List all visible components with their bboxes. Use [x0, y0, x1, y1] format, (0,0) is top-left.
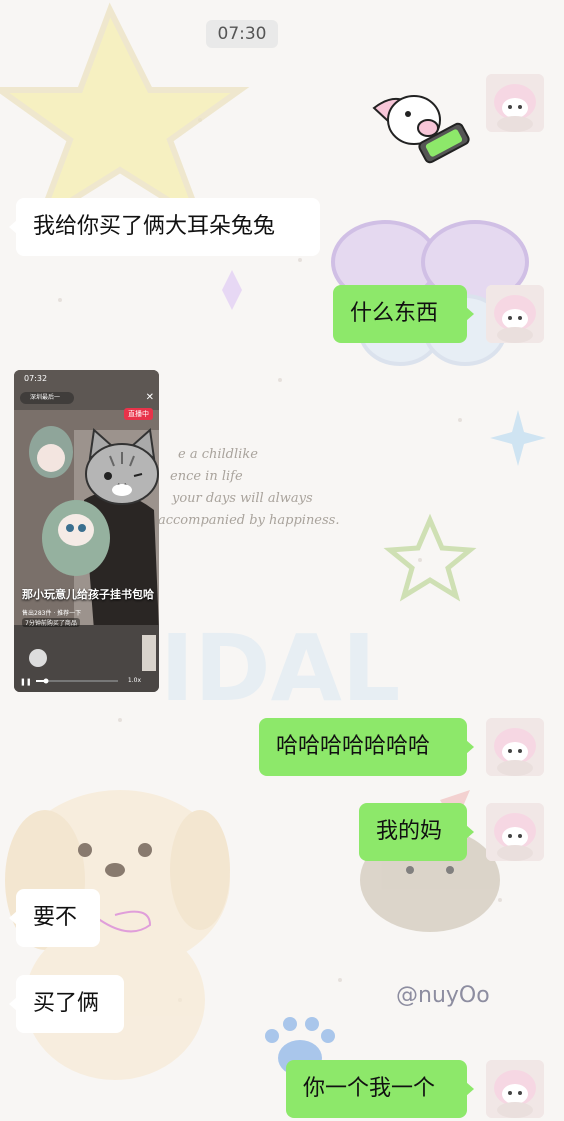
message-bubble-incoming[interactable]: 我给你买了俩大耳朵兔兔	[9, 198, 320, 256]
shot-speed: 1.0x	[127, 677, 141, 684]
shot-status-time: 07:32	[24, 374, 48, 383]
message-bubble-outgoing[interactable]: 我的妈	[359, 803, 474, 861]
avatar-self[interactable]	[486, 718, 544, 776]
background-letters: IDAL	[160, 615, 400, 722]
cat-face-sticker	[85, 428, 159, 505]
quote-line-4: accompanied by happiness.	[158, 513, 339, 528]
pause-icon: ❚❚	[20, 678, 32, 686]
message-bubble-incoming[interactable]: 要不	[9, 889, 100, 947]
message-bubble-outgoing[interactable]: 什么东西	[333, 285, 474, 343]
timestamp: 07:30	[206, 20, 278, 48]
message-bubble-incoming[interactable]: 买了俩	[9, 975, 124, 1033]
avatar-self[interactable]	[486, 803, 544, 861]
quote-line-2: ence in life	[170, 469, 243, 484]
avatar-self[interactable]	[486, 74, 544, 132]
message-bubble-outgoing[interactable]: 你一个我一个	[286, 1060, 474, 1118]
shot-caption: 那小玩意儿给孩子挂书包哈	[22, 588, 154, 601]
close-icon: ✕	[145, 392, 154, 403]
shot-live-badge: 直播中	[124, 408, 153, 420]
shot-recent-purchase: 7分钟前购买了商品	[22, 618, 80, 627]
watermark-text: @nuyOo	[396, 983, 490, 1008]
quote-line-3: your days will always	[171, 491, 313, 506]
pig-sticker[interactable]	[370, 78, 478, 170]
shot-account-name: 深圳最后一	[20, 392, 74, 404]
shared-image-message[interactable]: 07:32 深圳最后一 ✕ 直播中 那小玩意儿给孩子挂书包哈 售出283件 · …	[14, 370, 159, 692]
shot-sold-line: 售出283件 · 推荐一下	[22, 610, 82, 617]
message-bubble-outgoing[interactable]: 哈哈哈哈哈哈哈	[259, 718, 474, 776]
avatar-self[interactable]	[486, 1060, 544, 1118]
quote-line-1: e a childlike	[178, 447, 258, 462]
avatar-self[interactable]	[486, 285, 544, 343]
